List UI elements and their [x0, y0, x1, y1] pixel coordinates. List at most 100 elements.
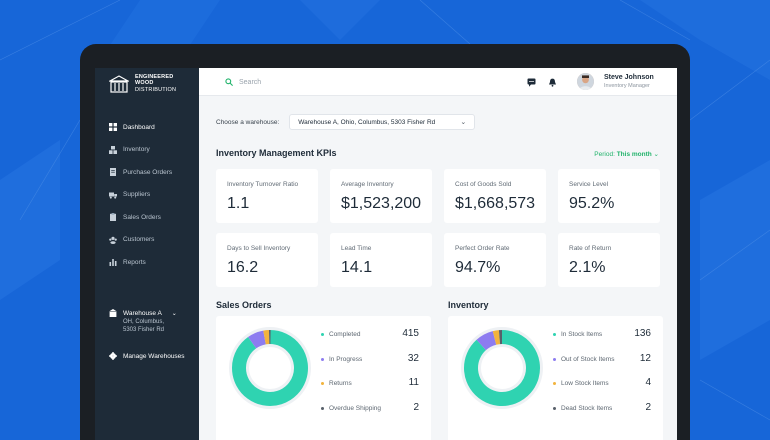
- period-value: This month: [616, 151, 652, 158]
- kpi-value: $1,668,573: [455, 195, 536, 212]
- warehouse-address-line-2: 5303 Fisher Rd: [123, 326, 165, 333]
- sales-orders-legend: Completed 415 In Progress 32 Returns 11: [321, 328, 419, 426]
- current-warehouse[interactable]: Warehouse A ⌄ OH, Columbus, 5303 Fisher …: [109, 309, 195, 334]
- legend-value: 32: [407, 352, 419, 364]
- kpi-value: 1.1: [227, 195, 250, 212]
- legend-dot: [553, 382, 556, 385]
- sidebar-item-reports[interactable]: Reports: [109, 251, 195, 274]
- sidebar-item-label: Suppliers: [123, 191, 151, 199]
- sidebar-item-label: Inventory: [123, 146, 150, 154]
- sidebar-item-label: Customers: [123, 236, 155, 244]
- sidebar-item-customers[interactable]: Customers: [109, 229, 195, 252]
- sales-orders-title: Sales Orders: [216, 300, 272, 310]
- clipboard-icon: [110, 213, 116, 222]
- warehouse-name: Warehouse A: [123, 309, 162, 317]
- sidebar-item-sales-orders[interactable]: Sales Orders: [109, 206, 195, 229]
- inventory-donut-chart: [461, 327, 543, 409]
- kpi-card-average-inventory[interactable]: Average Inventory $1,523,200: [330, 169, 432, 223]
- legend-item-out-of-stock[interactable]: Out of Stock Items 12: [553, 353, 651, 378]
- legend-value: 12: [639, 352, 651, 364]
- user-info[interactable]: Steve Johnson Inventory Manager: [604, 74, 654, 89]
- legend-dot: [321, 333, 324, 336]
- manage-warehouses-link[interactable]: Manage Warehouses: [109, 352, 185, 360]
- sales-orders-donut-chart: [229, 327, 311, 409]
- sidebar-item-label: Dashboard: [123, 123, 155, 131]
- warehouse-select[interactable]: Warehouse A, Ohio, Columbus, 5303 Fisher…: [289, 114, 476, 130]
- donut-slice-in-progress[interactable]: [248, 330, 267, 349]
- chat-icon[interactable]: [527, 78, 536, 87]
- chevron-down-icon[interactable]: ⌄: [172, 310, 177, 317]
- top-bar: Search Steve Johnson Inventory Manager: [199, 68, 677, 96]
- legend-value: 2: [645, 401, 651, 413]
- legend-item-low-stock[interactable]: Low Stock Items 4: [553, 377, 651, 402]
- brand-logo[interactable]: ENGINEERED WOOD DISTRIBUTION: [109, 74, 176, 93]
- manage-warehouses-label: Manage Warehouses: [123, 352, 185, 360]
- kpi-label: Lead Time: [341, 245, 372, 252]
- warehouse-select-label: Choose a warehouse:: [216, 118, 280, 126]
- legend-label: Low Stock Items: [561, 380, 609, 387]
- kpi-label: Rate of Return: [569, 245, 612, 252]
- kpi-card-days-to-sell[interactable]: Days to Sell Inventory 16.2: [216, 233, 318, 287]
- warehouse-address: OH, Columbus, 5303 Fisher Rd: [123, 319, 195, 334]
- laptop-frame: ENGINEERED WOOD DISTRIBUTION Dashboard I…: [80, 44, 690, 440]
- legend-dot: [553, 406, 556, 410]
- legend-item-in-progress[interactable]: In Progress 32: [321, 353, 419, 378]
- brand-name: ENGINEERED WOOD DISTRIBUTION: [135, 74, 176, 93]
- kpi-value: 16.2: [227, 259, 259, 276]
- legend-value: 136: [634, 328, 651, 339]
- chevron-down-icon: ⌄: [460, 119, 467, 126]
- legend-value: 11: [408, 377, 419, 388]
- donut-slice-low-stock-items[interactable]: [492, 330, 501, 345]
- search-icon: [225, 78, 233, 86]
- main-content: Choose a warehouse: Warehouse A, Ohio, C…: [199, 96, 677, 440]
- legend-label: In Stock Items: [561, 331, 603, 338]
- kpi-value: 2.1%: [569, 259, 606, 276]
- user-role: Inventory Manager: [604, 83, 650, 89]
- truck-icon: [109, 192, 117, 199]
- kpi-label: Service Level: [569, 181, 609, 188]
- sidebar-item-inventory[interactable]: Inventory: [109, 139, 195, 162]
- kpi-card-cost-of-goods-sold[interactable]: Cost of Goods Sold $1,668,573: [444, 169, 546, 223]
- avatar[interactable]: [577, 73, 594, 90]
- inventory-legend: In Stock Items 136 Out of Stock Items 12…: [553, 328, 651, 426]
- sidebar-item-suppliers[interactable]: Suppliers: [109, 184, 195, 207]
- grid-icon: [109, 123, 117, 132]
- brand-line-3: DISTRIBUTION: [135, 86, 177, 93]
- kpi-card-inventory-turnover[interactable]: Inventory Turnover Ratio 1.1: [216, 169, 318, 223]
- user-name: Steve Johnson: [604, 74, 654, 81]
- legend-item-completed[interactable]: Completed 415: [321, 328, 419, 353]
- kpi-value: 14.1: [341, 259, 373, 276]
- boxes-icon: [109, 145, 117, 154]
- sidebar-item-dashboard[interactable]: Dashboard: [109, 116, 195, 139]
- legend-dot: [321, 357, 324, 361]
- sidebar-item-label: Sales Orders: [123, 213, 161, 221]
- legend-item-overdue-shipping[interactable]: Overdue Shipping 2: [321, 402, 419, 427]
- sidebar-item-label: Reports: [123, 258, 146, 266]
- warehouse-logo-icon: [109, 74, 129, 93]
- legend-label: Overdue Shipping: [329, 404, 382, 412]
- kpi-label: Average Inventory: [341, 181, 394, 188]
- kpi-label: Cost of Goods Sold: [455, 181, 512, 188]
- warehouse-select-value: Warehouse A, Ohio, Columbus, 5303 Fisher…: [298, 118, 436, 126]
- period-selector[interactable]: Period: This month ⌄: [594, 150, 659, 158]
- kpi-card-service-level[interactable]: Service Level 95.2%: [558, 169, 660, 223]
- legend-item-returns[interactable]: Returns 11: [321, 377, 419, 402]
- kpi-value: 94.7%: [455, 259, 501, 276]
- warehouse-icon: [109, 309, 117, 317]
- search-placeholder: Search: [239, 78, 262, 86]
- search-field[interactable]: Search: [225, 78, 261, 86]
- kpi-card-perfect-order-rate[interactable]: Perfect Order Rate 94.7%: [444, 233, 546, 287]
- legend-item-dead-stock[interactable]: Dead Stock Items 2: [553, 402, 651, 427]
- legend-label: Completed: [329, 331, 361, 338]
- legend-label: Dead Stock Items: [561, 404, 613, 412]
- kpi-card-rate-of-return[interactable]: Rate of Return 2.1%: [558, 233, 660, 287]
- legend-label: In Progress: [329, 355, 363, 363]
- legend-value: 2: [413, 401, 419, 413]
- kpi-card-lead-time[interactable]: Lead Time 14.1: [330, 233, 432, 287]
- sidebar-item-purchase-orders[interactable]: Purchase Orders: [109, 161, 195, 184]
- bell-icon[interactable]: [548, 78, 557, 87]
- donut-slice-out-of-stock-items[interactable]: [476, 331, 497, 351]
- inventory-title: Inventory: [448, 300, 489, 310]
- legend-item-in-stock[interactable]: In Stock Items 136: [553, 328, 651, 353]
- legend-dot: [321, 406, 324, 410]
